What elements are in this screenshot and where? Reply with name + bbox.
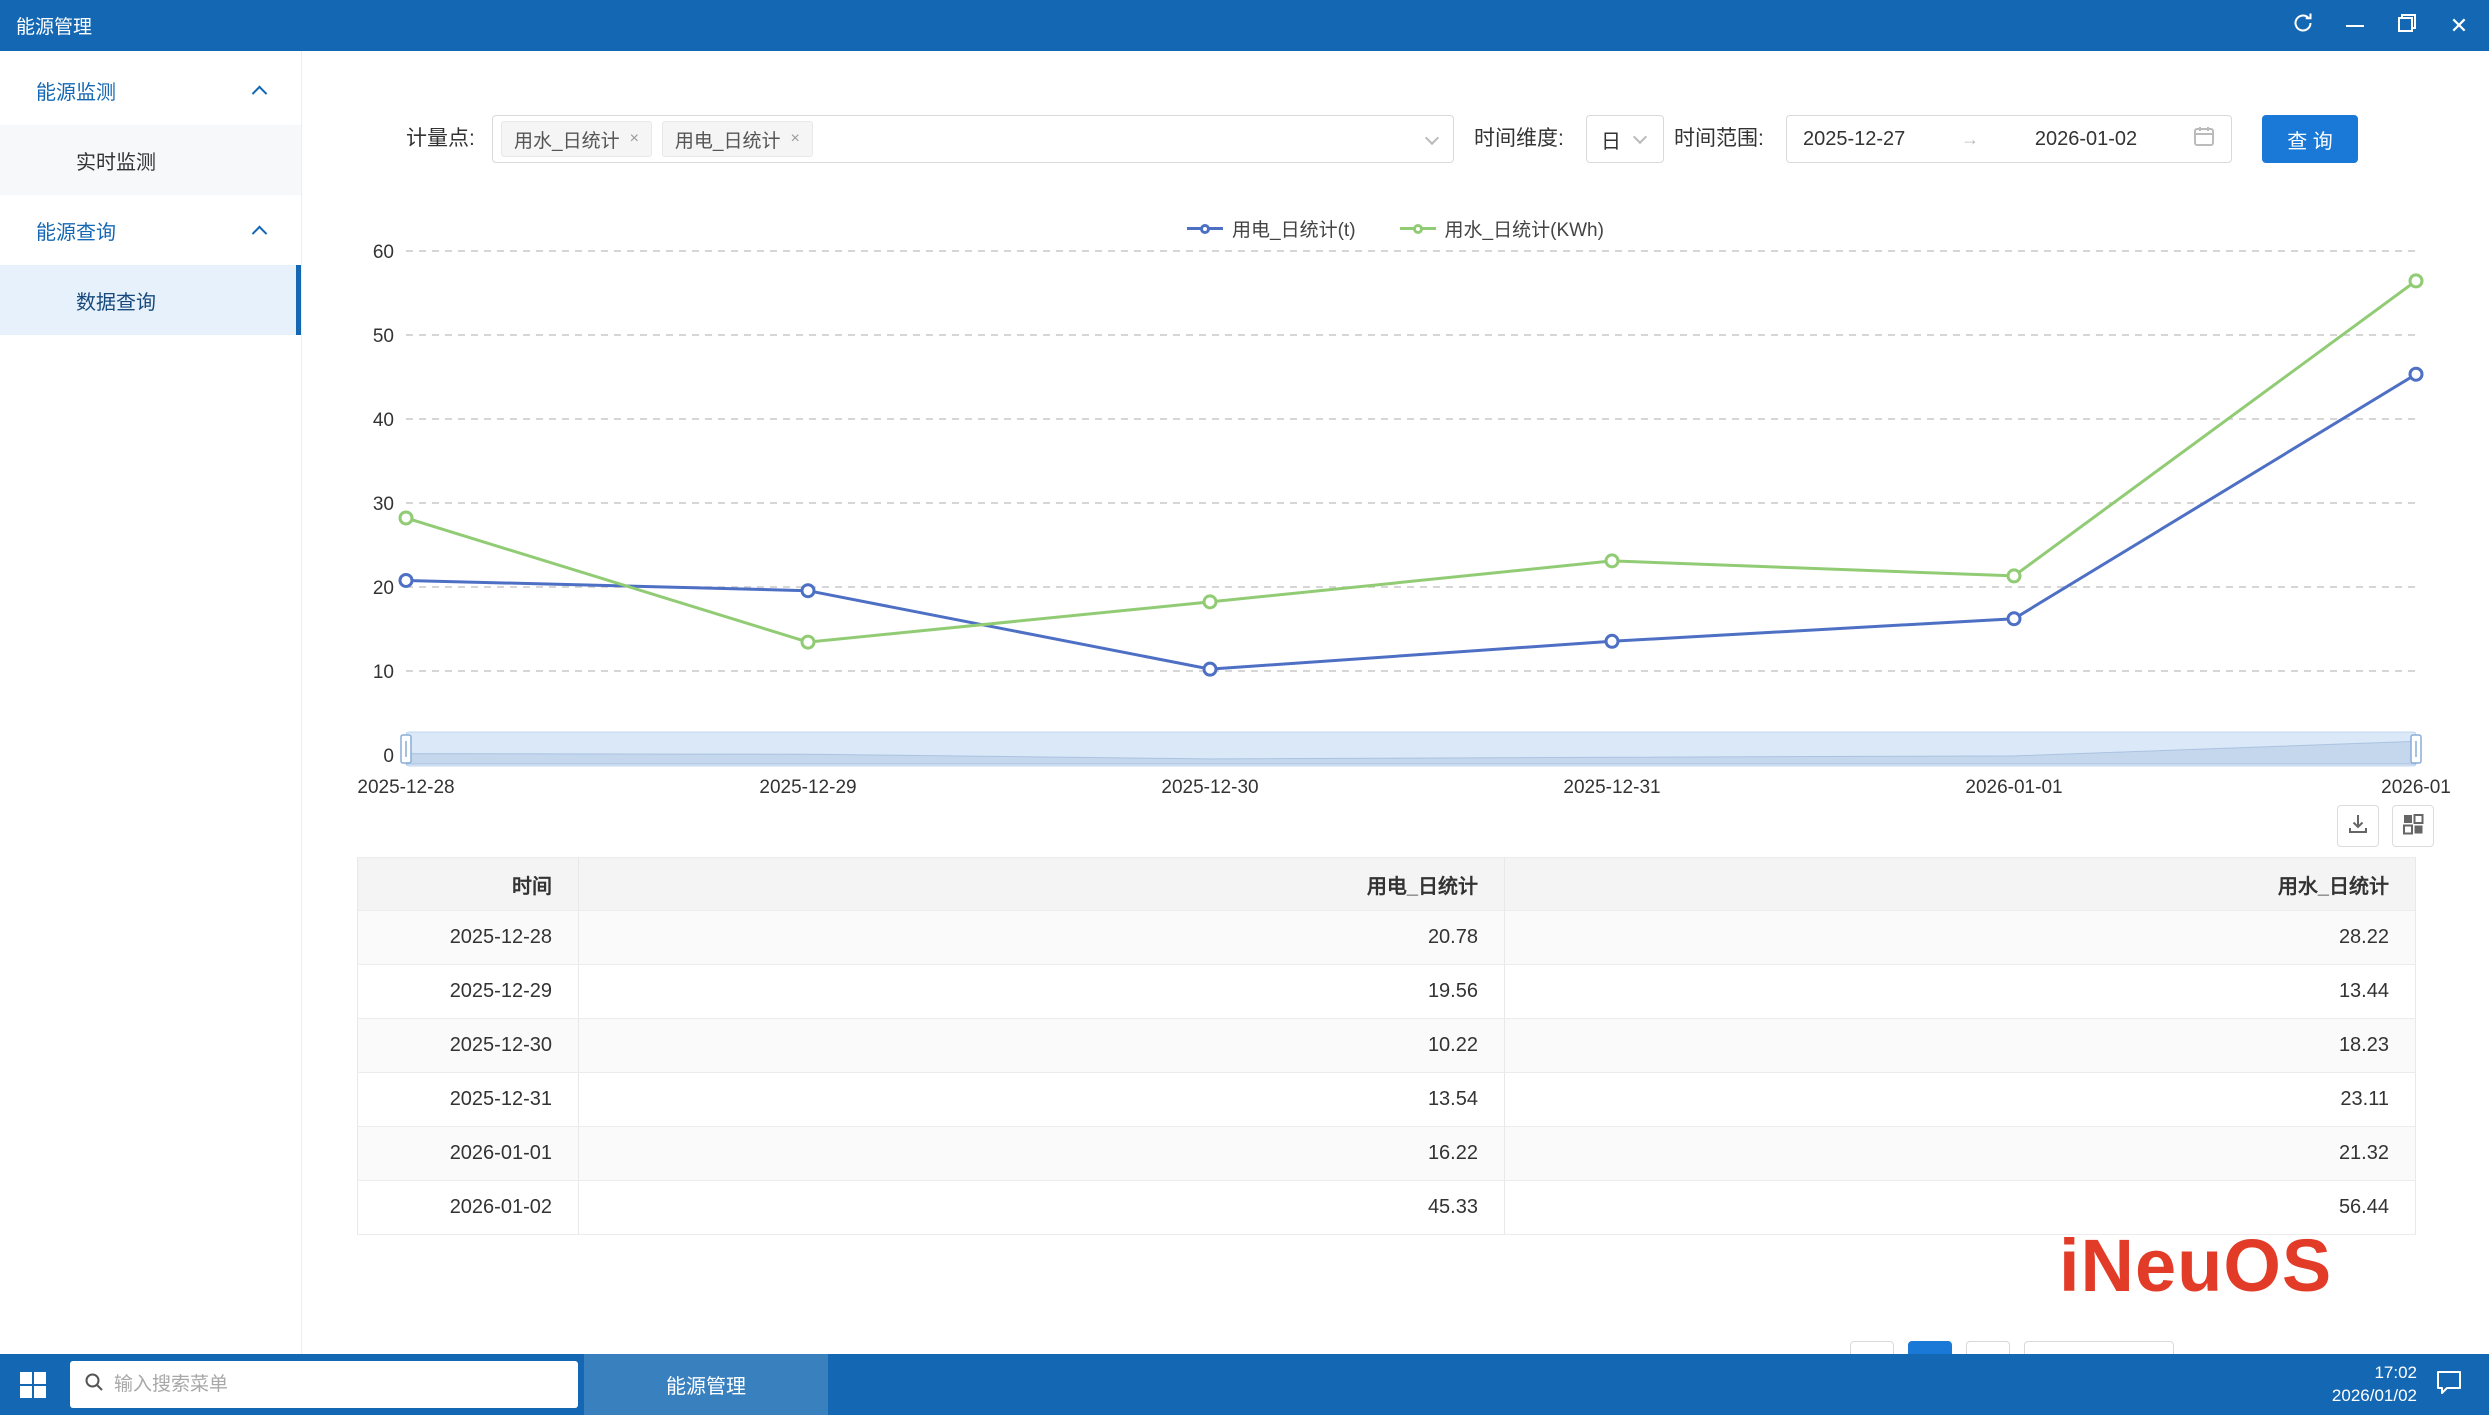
taskbar-task-energy[interactable]: 能源管理	[584, 1354, 828, 1415]
windows-logo-icon	[20, 1371, 46, 1398]
x-axis-tick-label: 2025-12-28	[357, 777, 454, 798]
table-header-electric: 用电_日统计	[579, 858, 1505, 910]
table-cell: 13.54	[579, 1073, 1505, 1126]
download-icon	[2347, 813, 2369, 840]
y-axis-tick-label: 60	[373, 242, 394, 263]
y-axis-tick-label: 0	[383, 746, 394, 767]
ineuos-watermark: iNeuOS	[2059, 1224, 2333, 1307]
close-button[interactable]: ✕	[2441, 8, 2477, 44]
window-controls: ✕	[2285, 8, 2477, 44]
chevron-up-icon	[251, 225, 268, 241]
data-point[interactable]	[1604, 633, 1620, 649]
data-point[interactable]	[2006, 611, 2022, 627]
close-icon: ✕	[2449, 12, 2469, 38]
pagination-size-select[interactable]	[2024, 1341, 2174, 1354]
clock-time: 17:02	[2374, 1362, 2417, 1382]
taskbar-clock[interactable]: 17:02 2026/01/02	[2332, 1362, 2417, 1408]
search-icon	[84, 1372, 104, 1397]
refresh-button[interactable]	[2285, 8, 2321, 44]
table-cell: 2025-12-29	[357, 965, 579, 1018]
table-cell: 16.22	[579, 1127, 1505, 1180]
x-axis-tick-label: 2025-12-30	[1161, 777, 1258, 798]
x-axis-tick-label: 2026-01	[2381, 777, 2451, 798]
data-point[interactable]	[1202, 661, 1218, 677]
download-button[interactable]	[2337, 805, 2379, 847]
table-cell: 18.23	[1505, 1019, 2416, 1072]
table-cell: 21.32	[1505, 1127, 2416, 1180]
main-content: 计量点: 用水_日统计 × 用电_日统计 × 时间维度: 日 时间范围: 2025-1…	[302, 51, 2489, 1354]
table-cell: 2026-01-02	[357, 1181, 579, 1234]
data-point[interactable]	[1604, 553, 1620, 569]
table-cell: 2025-12-28	[357, 911, 579, 964]
table-row[interactable]: 2026-01-01 16.22 21.32	[357, 1127, 2416, 1181]
pagination-next-button[interactable]: ›	[1966, 1341, 2010, 1354]
sidebar: 能源监测 实时监测 能源查询 数据查询	[0, 51, 302, 1354]
table-row[interactable]: 2025-12-30 10.22 18.23	[357, 1019, 2416, 1073]
chevron-up-icon	[251, 85, 268, 101]
y-axis-tick-label: 30	[373, 494, 394, 515]
sidebar-group-energy-query[interactable]: 能源查询	[0, 195, 301, 265]
table-header-row: 时间 用电_日统计 用水_日统计	[357, 857, 2416, 911]
table-header-time: 时间	[357, 858, 579, 910]
taskbar: 能源管理 17:02 2026/01/02	[0, 1354, 2489, 1415]
data-point[interactable]	[2408, 366, 2424, 382]
data-point[interactable]	[2006, 568, 2022, 584]
grid-view-icon	[2402, 813, 2424, 840]
minimize-button[interactable]	[2337, 8, 2373, 44]
x-axis-tick-label: 2026-01-01	[1965, 777, 2062, 798]
y-axis-tick-label: 10	[373, 662, 394, 683]
y-axis-tick-label: 20	[373, 578, 394, 599]
data-table: 时间 用电_日统计 用水_日统计 2025-12-28 20.78 28.22 202…	[357, 857, 2416, 1235]
sidebar-group-energy-monitor[interactable]: 能源监测	[0, 55, 301, 125]
datazoom-selected-range[interactable]	[406, 732, 2416, 766]
data-point[interactable]	[2408, 273, 2424, 289]
sidebar-group-label: 能源监测	[36, 81, 116, 104]
pagination: ‹ 1 ›	[1850, 1341, 2174, 1354]
table-cell: 19.56	[579, 965, 1505, 1018]
refresh-icon	[2291, 11, 2315, 40]
titlebar: 能源管理 ✕	[0, 0, 2489, 51]
table-cell: 20.78	[579, 911, 1505, 964]
x-axis-tick-label: 2025-12-31	[1563, 777, 1660, 798]
table-row[interactable]: 2025-12-28 20.78 28.22	[357, 911, 2416, 965]
data-table-body: 2025-12-28 20.78 28.22 2025-12-29 19.56 13.44…	[357, 911, 2416, 1235]
pagination-prev-button[interactable]: ‹	[1850, 1341, 1894, 1354]
data-point[interactable]	[800, 583, 816, 599]
table-cell: 10.22	[579, 1019, 1505, 1072]
data-point[interactable]	[398, 572, 414, 588]
table-cell: 2025-12-31	[357, 1073, 579, 1126]
y-axis-tick-label: 50	[373, 326, 394, 347]
sidebar-item-data-query[interactable]: 数据查询	[0, 265, 301, 335]
taskbar-search[interactable]	[70, 1361, 578, 1408]
data-point[interactable]	[800, 634, 816, 650]
sidebar-item-realtime-monitor[interactable]: 实时监测	[0, 125, 301, 195]
table-header-water: 用水_日统计	[1505, 858, 2416, 910]
table-cell: 28.22	[1505, 911, 2416, 964]
sidebar-item-label: 数据查询	[76, 291, 156, 314]
pagination-page-1[interactable]: 1	[1908, 1341, 1952, 1354]
table-cell: 23.11	[1505, 1073, 2416, 1126]
notification-button[interactable]	[2435, 1368, 2463, 1401]
table-row[interactable]: 2025-12-29 19.56 13.44	[357, 965, 2416, 1019]
table-cell: 45.33	[579, 1181, 1505, 1234]
table-cell: 2026-01-01	[357, 1127, 579, 1180]
table-cell: 13.44	[1505, 965, 2416, 1018]
search-input[interactable]	[114, 1373, 564, 1396]
grid-view-button[interactable]	[2392, 805, 2434, 847]
data-point[interactable]	[1202, 594, 1218, 610]
table-row[interactable]: 2025-12-31 13.54 23.11	[357, 1073, 2416, 1127]
sidebar-item-label: 实时监测	[76, 151, 156, 174]
y-axis-tick-label: 40	[373, 410, 394, 431]
x-axis-tick-label: 2025-12-29	[759, 777, 856, 798]
data-point[interactable]	[398, 510, 414, 526]
minimize-icon	[2346, 24, 2364, 27]
sidebar-group-label: 能源查询	[36, 221, 116, 244]
chat-icon	[2435, 1368, 2463, 1401]
table-cell: 2025-12-30	[357, 1019, 579, 1072]
window-title: 能源管理	[16, 17, 93, 38]
start-button[interactable]	[0, 1354, 66, 1415]
clock-date: 2026/01/02	[2331, 1385, 2417, 1405]
maximize-button[interactable]	[2389, 8, 2425, 44]
restore-icon	[2396, 12, 2418, 39]
